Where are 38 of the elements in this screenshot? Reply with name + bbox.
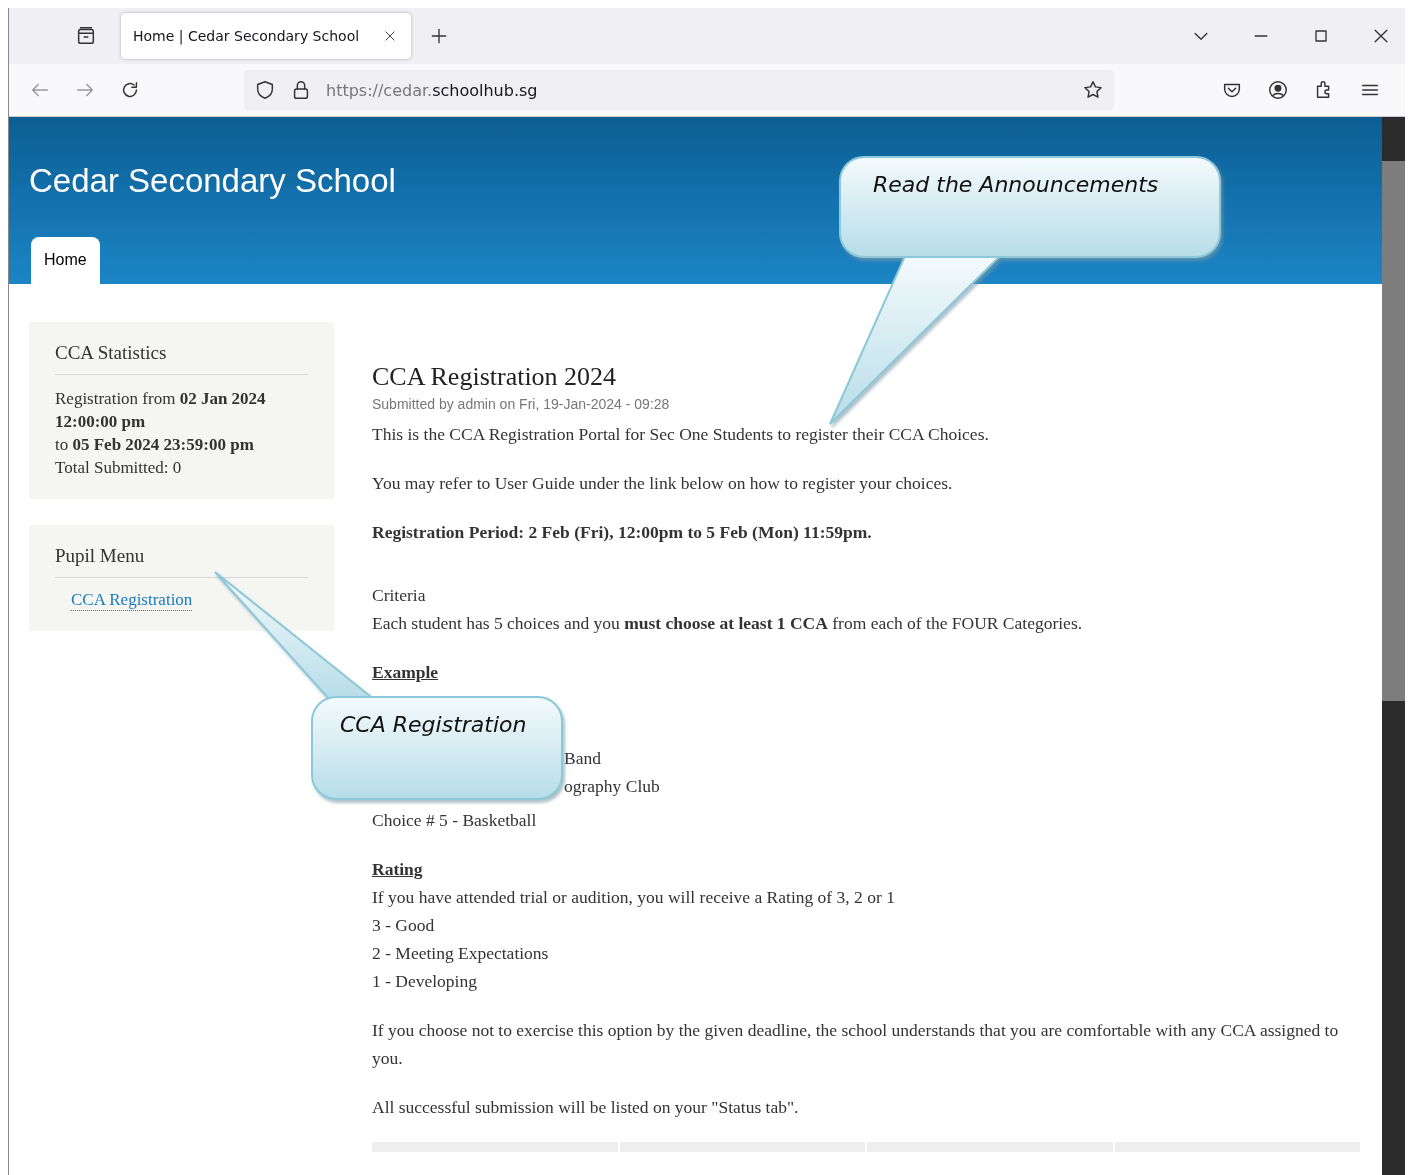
paragraph: This is the CCA Registration Portal for Sec One Students to register their CCA Choices.: [372, 423, 990, 446]
star-icon[interactable]: [1082, 79, 1104, 101]
text-line: If you have attended trial or audition, you will receive a Rating of 3, 2 or 1: [372, 886, 896, 909]
callout-text: Read the Announcements: [873, 172, 1159, 197]
sidebar-link[interactable]: CCA Registration: [71, 590, 193, 611]
section-heading: Rating: [372, 858, 424, 881]
browser-tab[interactable]: Home | Cedar Secondary School: [121, 13, 412, 59]
close-icon[interactable]: [383, 29, 398, 43]
tab-list-icon[interactable]: [75, 25, 97, 47]
block-text: Total Submitted: 0: [55, 457, 183, 479]
address-bar[interactable]: https://cedar.schoolhub.sg: [244, 70, 1114, 110]
article-title: CCA Registration 2024: [372, 362, 618, 392]
text-line: 1 - Developing: [372, 970, 478, 993]
paragraph: If you choose not to exercise this option by the given deadline, the school understands that you are comfortable with any CCA assigned to you.: [372, 1019, 1340, 1070]
text-line: Choice # 5 - Basketball: [372, 809, 538, 832]
url-text[interactable]: https://cedar.schoolhub.sg: [326, 80, 538, 100]
section-heading: Example: [372, 661, 440, 684]
block-text: to 05 Feb 2024 23:59:00 pm: [55, 434, 255, 456]
text-line: ography Club: [563, 775, 661, 798]
paragraph: You may refer to User Guide under the link below on how to register your choices.: [372, 472, 954, 495]
site-title: Cedar Secondary School: [28, 161, 396, 200]
article-meta: Submitted by admin on Fri, 19-Jan-2024 - 09:28: [372, 396, 671, 412]
text-line: Criteria: [372, 584, 427, 607]
text-line: 2 - Meeting Expectations: [372, 942, 550, 965]
text-line: Band: [563, 747, 602, 770]
block-title: Pupil Menu: [55, 545, 308, 578]
scrollbar-thumb[interactable]: [1382, 161, 1405, 701]
shield-icon: [254, 79, 276, 101]
callout-text: CCA Registration: [340, 712, 527, 737]
paragraph: Registration Period: 2 Feb (Fri), 12:00pm to 5 Feb (Mon) 11:59pm.: [372, 521, 873, 544]
tab-title[interactable]: Home | Cedar Secondary School: [133, 28, 360, 44]
block-title: CCA Statistics: [55, 342, 308, 375]
text-line: Each student has 5 choices and you must choose at least 1 CCA from each of the FOUR Categories.: [372, 612, 1084, 635]
account-icon[interactable]: [1267, 79, 1289, 101]
text-line: 3 - Good: [372, 914, 436, 937]
scrollbar[interactable]: [1382, 117, 1405, 1175]
paragraph: All successful submission will be listed on your "Status tab".: [372, 1096, 800, 1119]
nav-tab[interactable]: Home: [31, 237, 100, 284]
